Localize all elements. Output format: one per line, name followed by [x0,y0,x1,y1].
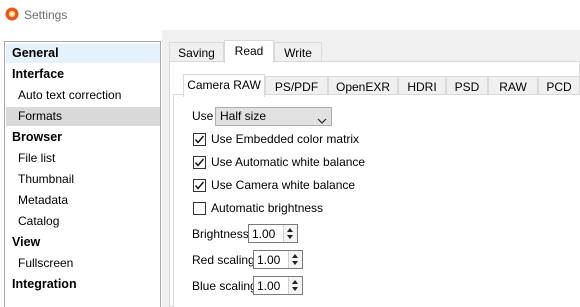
red-scaling-spinbox[interactable]: 1.00 [253,250,303,269]
brightness-label: Brightness [192,227,249,241]
use-mode-value: Half size [220,109,267,123]
chevron-down-icon [317,113,327,124]
embedded-color-matrix-checkbox[interactable] [193,133,206,146]
tab-read[interactable]: Read [224,40,274,63]
checkmark-icon [194,158,205,167]
tab-openexr[interactable]: OpenEXR [328,76,398,96]
settings-content: Saving Read Write Camera RAW PS/PDF Open… [162,30,580,307]
tab-raw[interactable]: RAW [488,76,538,96]
use-mode-select[interactable]: Half size [215,107,332,126]
sidebar-item-catalog[interactable]: Catalog [6,212,160,231]
automatic-white-balance-label[interactable]: Use Automatic white balance [211,155,365,169]
sidebar-item-view[interactable]: View [6,233,160,252]
tab-ps-pdf[interactable]: PS/PDF [265,76,328,96]
sidebar-item-metadata[interactable]: Metadata [6,191,160,210]
automatic-brightness-label[interactable]: Automatic brightness [211,201,323,215]
tab-saving[interactable]: Saving [169,42,224,62]
title-bar: Settings [0,0,580,30]
automatic-white-balance-checkbox[interactable] [193,156,206,169]
blue-scaling-label: Blue scaling [192,279,257,293]
sidebar-item-fullscreen[interactable]: Fullscreen [6,254,160,273]
camera-white-balance-checkbox[interactable] [193,179,206,192]
sidebar-item-file-list[interactable]: File list [6,149,160,168]
brightness-value: 1.00 [252,227,276,241]
brightness-spinbox[interactable]: 1.00 [248,224,298,243]
tab-camera-raw[interactable]: Camera RAW [183,74,265,97]
sidebar-item-browser[interactable]: Browser [6,128,160,147]
use-label: Use [192,109,214,123]
sidebar-item-formats[interactable]: Formats [6,107,160,126]
settings-sidebar[interactable]: General Interface Auto text correction F… [4,41,161,307]
sidebar-item-interface[interactable]: Interface [6,65,160,84]
tab-pcd[interactable]: PCD [538,76,580,96]
blue-scaling-spinbox[interactable]: 1.00 [253,276,303,295]
tab-write[interactable]: Write [274,42,322,62]
checkmark-icon [194,135,205,144]
sidebar-item-thumbnail[interactable]: Thumbnail [6,170,160,189]
spinner-arrows-icon[interactable] [283,225,297,242]
spinner-arrows-icon[interactable] [288,251,302,268]
camera-white-balance-label[interactable]: Use Camera white balance [211,178,355,192]
tab-psd[interactable]: PSD [446,76,488,96]
spinner-arrows-icon[interactable] [288,277,302,294]
embedded-color-matrix-label[interactable]: Use Embedded color matrix [211,132,359,146]
checkmark-icon [194,181,205,190]
window-title: Settings [24,8,68,22]
automatic-brightness-checkbox[interactable] [193,202,206,215]
sidebar-item-auto-text-correction[interactable]: Auto text correction [6,86,160,105]
blue-scaling-value: 1.00 [257,279,281,293]
tab-hdri[interactable]: HDRI [398,76,446,96]
sidebar-item-general[interactable]: General [6,44,160,63]
sidebar-item-integration[interactable]: Integration [6,275,160,294]
red-scaling-value: 1.00 [257,253,281,267]
app-logo-icon [5,7,19,21]
red-scaling-label: Red scaling [192,253,255,267]
